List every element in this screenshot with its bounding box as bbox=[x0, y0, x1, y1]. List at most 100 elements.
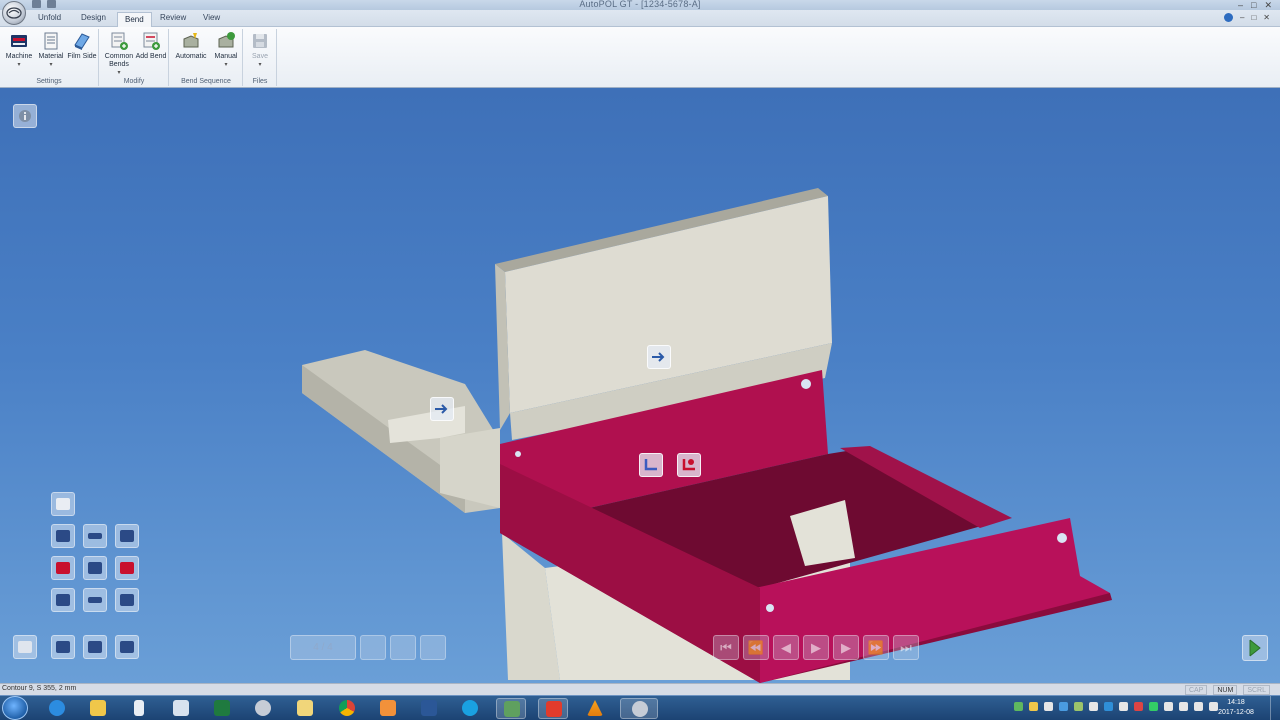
show-desktop-button[interactable] bbox=[1270, 696, 1280, 720]
tray-icon-2[interactable] bbox=[1029, 702, 1038, 711]
tab-unfold[interactable]: Unfold bbox=[38, 13, 61, 22]
view-left-button[interactable] bbox=[51, 556, 75, 580]
bend-marker-arrow-1[interactable] bbox=[647, 345, 671, 369]
tray-icon-12[interactable] bbox=[1179, 702, 1188, 711]
excel-icon bbox=[214, 700, 230, 716]
tab-design[interactable]: Design bbox=[81, 13, 106, 22]
taskbar-file-manager[interactable] bbox=[290, 698, 320, 719]
add-bend-button[interactable]: Add Bend bbox=[135, 31, 167, 61]
taskbar-app-3[interactable] bbox=[124, 698, 154, 719]
help-icon[interactable] bbox=[1224, 13, 1233, 22]
automatic-button[interactable]: Automatic bbox=[173, 31, 209, 61]
3d-viewport[interactable]: 4 / 4 ⏮ ⏪ ◀ ▶ ▶ ⏩ ⏭ bbox=[0, 88, 1280, 683]
chrome-icon bbox=[339, 700, 355, 716]
tab-view[interactable]: View bbox=[203, 13, 220, 22]
view-bottom-button[interactable] bbox=[83, 588, 107, 612]
save-button[interactable]: Save ▾ bbox=[244, 31, 276, 69]
taskbar-word[interactable] bbox=[414, 698, 444, 719]
arrow-right-icon bbox=[652, 352, 665, 362]
taskbar-excel[interactable] bbox=[207, 698, 237, 719]
display-mode-3-button[interactable] bbox=[83, 635, 107, 659]
common-bends-button[interactable]: Common Bends ▾ bbox=[103, 31, 135, 77]
view-left-bottom-button[interactable] bbox=[51, 588, 75, 612]
display-mode-4-button[interactable] bbox=[115, 635, 139, 659]
view-bottom-icon bbox=[88, 597, 102, 603]
app-logo-icon bbox=[6, 7, 22, 19]
ribbon-restore-icon[interactable]: □ bbox=[1251, 13, 1256, 22]
film-side-button[interactable]: Film Side bbox=[66, 31, 98, 61]
save-icon bbox=[253, 34, 267, 48]
skip-last-icon: ⏭ bbox=[900, 640, 912, 655]
view-iso-button[interactable] bbox=[51, 492, 75, 516]
network-icon[interactable] bbox=[1194, 702, 1203, 711]
taskbar-explorer[interactable] bbox=[83, 698, 113, 719]
tray-icon-11[interactable] bbox=[1164, 702, 1173, 711]
part-hole-4 bbox=[766, 604, 774, 612]
tab-review[interactable]: Review bbox=[160, 13, 186, 22]
view-right-top-button[interactable] bbox=[115, 524, 139, 548]
tray-icon-7[interactable] bbox=[1104, 702, 1113, 711]
tray-icon-3[interactable] bbox=[1044, 702, 1053, 711]
taskbar-app-9[interactable] bbox=[373, 698, 403, 719]
tray-icon-10[interactable] bbox=[1149, 702, 1158, 711]
taskbar-app-6[interactable] bbox=[248, 698, 278, 719]
prev-step-button[interactable]: ◀ bbox=[773, 635, 799, 660]
taskbar-autopol[interactable] bbox=[620, 698, 658, 719]
taskbar-vlc[interactable] bbox=[580, 698, 610, 719]
ribbon-close-icon[interactable]: ✕ bbox=[1263, 13, 1270, 22]
step-tool-button-3[interactable] bbox=[420, 635, 446, 660]
add-bend-label: Add Bend bbox=[135, 53, 167, 60]
next-step-button[interactable]: ▶ bbox=[833, 635, 859, 660]
machine-button[interactable]: Machine ▾ bbox=[3, 31, 35, 69]
taskbar-skype[interactable] bbox=[455, 698, 485, 719]
bend-marker-blue[interactable] bbox=[639, 453, 663, 477]
view-front-button[interactable] bbox=[83, 556, 107, 580]
die-tool-model[interactable] bbox=[302, 350, 500, 513]
media-player-icon bbox=[546, 701, 562, 717]
bend-marker-red[interactable] bbox=[677, 453, 701, 477]
tray-icon-9[interactable] bbox=[1134, 702, 1143, 711]
manual-button[interactable]: Manual ▾ bbox=[210, 31, 242, 69]
taskbar-app-12[interactable] bbox=[496, 698, 526, 719]
qat-new-icon[interactable] bbox=[32, 0, 41, 8]
step-tool-button-2[interactable] bbox=[390, 635, 416, 660]
taskbar-clock[interactable]: 14:18 2017-12-08 bbox=[1216, 698, 1256, 718]
bend-marker-arrow-2[interactable] bbox=[430, 397, 454, 421]
first-step-button[interactable]: ⏮ bbox=[713, 635, 739, 660]
tray-icon-8[interactable] bbox=[1119, 702, 1128, 711]
taskbar-media-player[interactable] bbox=[538, 698, 568, 719]
tray-icon-5[interactable] bbox=[1074, 702, 1083, 711]
common-bends-icon bbox=[111, 32, 128, 50]
taskbar-app-4[interactable] bbox=[166, 698, 196, 719]
material-button[interactable]: Material ▾ bbox=[35, 31, 67, 69]
ribbon-minimize-icon[interactable]: – bbox=[1240, 13, 1244, 22]
step-tool-button-1[interactable] bbox=[360, 635, 386, 660]
last-step-button[interactable]: ⏭ bbox=[893, 635, 919, 660]
view-right-button[interactable] bbox=[115, 556, 139, 580]
view-left-top-button[interactable] bbox=[51, 524, 75, 548]
tray-icon-6[interactable] bbox=[1089, 702, 1098, 711]
display-mode-1-button[interactable] bbox=[13, 635, 37, 659]
fast-back-button[interactable]: ⏪ bbox=[743, 635, 769, 660]
app-6-icon bbox=[255, 700, 271, 716]
play-button[interactable]: ▶ bbox=[803, 635, 829, 660]
3d-scene[interactable] bbox=[0, 88, 1280, 683]
application-menu-button[interactable] bbox=[2, 1, 26, 25]
qat-save-icon[interactable] bbox=[47, 0, 56, 8]
tab-bend[interactable]: Bend bbox=[117, 12, 152, 27]
tray-icon-4[interactable] bbox=[1059, 702, 1068, 711]
taskbar-ie[interactable] bbox=[42, 698, 72, 719]
info-button[interactable] bbox=[13, 104, 37, 128]
material-icon bbox=[44, 32, 58, 50]
display-mode-2-button[interactable] bbox=[51, 635, 75, 659]
view-top-button[interactable] bbox=[83, 524, 107, 548]
machine-label: Machine bbox=[5, 53, 33, 60]
folder-icon bbox=[90, 700, 106, 716]
fast-forward-button[interactable]: ⏩ bbox=[863, 635, 889, 660]
next-stage-button[interactable] bbox=[1242, 635, 1268, 661]
start-button[interactable] bbox=[2, 696, 28, 720]
film-side-icon bbox=[74, 33, 90, 50]
view-right-bottom-button[interactable] bbox=[115, 588, 139, 612]
tray-icon-1[interactable] bbox=[1014, 702, 1023, 711]
taskbar-chrome[interactable] bbox=[332, 698, 362, 719]
